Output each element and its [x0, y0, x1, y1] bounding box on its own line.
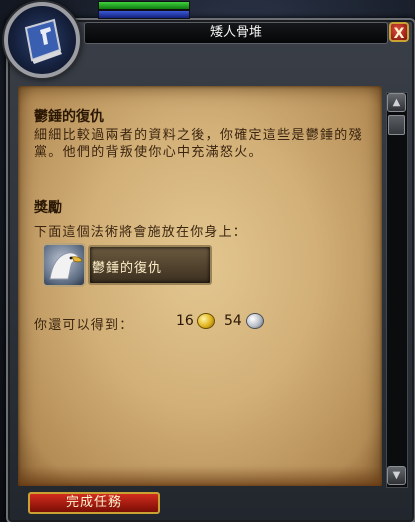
scrollbar-track[interactable]	[386, 92, 408, 488]
scroll-down-button[interactable]: ▼	[387, 466, 406, 485]
gold-amount: 16	[176, 313, 194, 329]
eagle-head-icon	[42, 243, 86, 287]
unit-bars	[98, 0, 192, 20]
rewards-header: 獎勵	[34, 200, 62, 216]
rewards-spell-line: 下面這個法術將會施放在你身上：	[34, 225, 248, 240]
book-icon	[24, 18, 62, 64]
health-bar	[98, 1, 190, 10]
window-title: 矮人骨堆	[84, 22, 388, 44]
reward-item[interactable]: 鬱錘的復仇	[42, 243, 214, 287]
close-button[interactable]: X	[389, 22, 409, 42]
mana-bar	[98, 10, 190, 19]
silver-amount: 54	[224, 313, 242, 329]
quest-window-root: 矮人骨堆 X ▲ ▼ 鬱錘的復仇 細細比較過兩者的資料之後，你確定這些是鬱錘的殘…	[0, 0, 415, 522]
scroll-up-button[interactable]: ▲	[387, 93, 406, 112]
reward-item-name: 鬱錘的復仇	[92, 261, 163, 276]
scrollbar-thumb[interactable]	[388, 115, 405, 135]
quest-description: 細細比較過兩者的資料之後，你確定這些是鬱錘的殘黨。他們的背叛使你心中充滿怒火。	[34, 128, 363, 160]
quest-title: 鬱錘的復仇	[34, 109, 104, 125]
quest-book-icon	[4, 2, 80, 78]
money-label: 你還可以得到：	[34, 318, 134, 333]
eagle-graphic	[49, 252, 83, 280]
gold-coin-icon	[197, 313, 215, 329]
complete-quest-button[interactable]: 完成任務	[28, 492, 160, 514]
silver-coin-icon	[246, 313, 264, 329]
